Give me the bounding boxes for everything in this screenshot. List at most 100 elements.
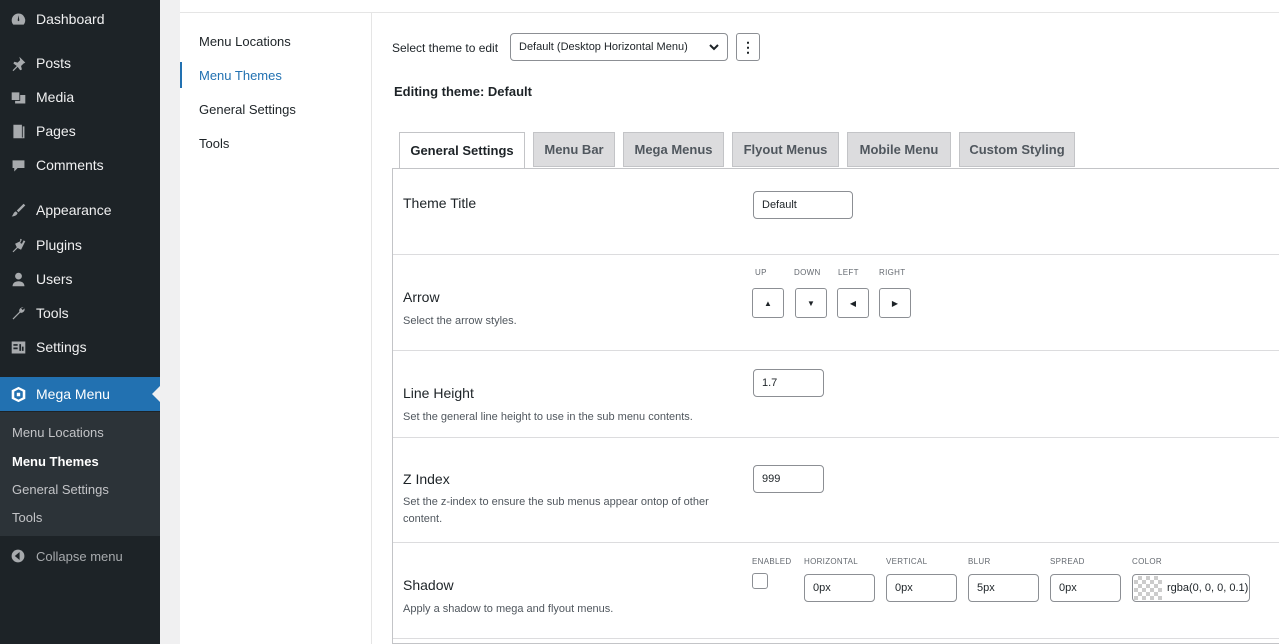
sidebar-item-plugins[interactable]: Plugins (0, 228, 160, 262)
tab-custom-styling[interactable]: Custom Styling (959, 132, 1075, 167)
vertical-label: VERTICAL (886, 557, 928, 566)
shadow-enabled-checkbox[interactable] (752, 573, 768, 589)
blur-label: BLUR (968, 557, 991, 566)
sidebar-item-media[interactable]: Media (0, 80, 160, 114)
tab-general-settings[interactable]: General Settings (399, 132, 525, 169)
caret-left-icon: ◀ (849, 298, 857, 308)
submenu-item-menu-locations[interactable]: Menu Locations (12, 425, 104, 440)
sidebar-item-label: Appearance (36, 202, 112, 218)
arrow-right-label: RIGHT (879, 268, 906, 277)
setting-row-shadow: Shadow Apply a shadow to mega and flyout… (393, 543, 1279, 639)
setting-row-z-index: Z Index Set the z-index to ensure the su… (393, 438, 1279, 543)
wrench-icon (0, 305, 36, 322)
arrow-left-label: LEFT (838, 268, 859, 277)
sidebar-item-label: Plugins (36, 237, 82, 253)
shadow-vertical-input[interactable]: 0px (886, 574, 957, 602)
shadow-horizontal-input[interactable]: 0px (804, 574, 875, 602)
theme-editor: Select theme to edit Default (Desktop Ho… (372, 13, 1279, 644)
sidebar-item-dashboard[interactable]: Dashboard (0, 2, 160, 36)
input-value: 0px (1059, 582, 1077, 594)
input-value: 1.7 (762, 377, 778, 389)
setting-label: Z Index (403, 471, 450, 487)
sidebar-item-settings[interactable]: Settings (0, 330, 160, 364)
collapse-menu-button[interactable]: Collapse menu (0, 541, 160, 571)
arrow-down-label: DOWN (794, 268, 821, 277)
collapse-menu-label: Collapse menu (36, 548, 123, 564)
setting-description: Apply a shadow to mega and flyout menus. (403, 603, 614, 615)
theme-select-value: Default (Desktop Horizontal Menu) (519, 41, 688, 53)
arrow-up-button[interactable]: ▲ (752, 288, 784, 318)
sidebar-item-tools[interactable]: Tools (0, 296, 160, 330)
collapse-icon (0, 548, 36, 564)
nav-item-tools[interactable]: Tools (199, 136, 229, 151)
sidebar-item-label: Users (36, 271, 73, 287)
input-value: 999 (762, 473, 781, 485)
input-value: 0px (813, 582, 831, 594)
submenu-item-tools[interactable]: Tools (12, 510, 42, 525)
sidebar-item-users[interactable]: Users (0, 262, 160, 296)
theme-title-input[interactable]: Default (753, 191, 853, 219)
tab-mobile-menu[interactable]: Mobile Menu (847, 132, 951, 167)
chevron-down-icon (708, 41, 720, 56)
sidebar-item-label: Pages (36, 123, 76, 139)
shadow-color-picker[interactable]: rgba(0, 0, 0, 0.1) (1132, 574, 1250, 602)
submenu-item-menu-themes[interactable]: Menu Themes (12, 454, 99, 469)
arrow-left-button[interactable]: ◀ (837, 288, 869, 318)
select-theme-label: Select theme to edit (392, 41, 499, 55)
shadow-blur-input[interactable]: 5px (968, 574, 1039, 602)
arrow-right-button[interactable]: ▶ (879, 288, 911, 318)
setting-description: Set the general line height to use in th… (403, 411, 693, 423)
sidebar-item-pages[interactable]: Pages (0, 114, 160, 148)
tab-mega-menus[interactable]: Mega Menus (623, 132, 724, 167)
line-height-input[interactable]: 1.7 (753, 369, 824, 397)
input-value: 5px (977, 582, 995, 594)
sidebar-item-mega-menu[interactable]: Mega Menu (0, 377, 160, 411)
caret-up-icon: ▲ (764, 298, 772, 308)
pages-icon (0, 123, 36, 140)
nav-item-menu-locations[interactable]: Menu Locations (199, 34, 291, 49)
setting-row-arrow: Arrow Select the arrow styles. UP DOWN L… (393, 255, 1279, 351)
sidebar-item-posts[interactable]: Posts (0, 46, 160, 80)
sidebar-item-label: Mega Menu (36, 386, 110, 402)
sidebar-item-comments[interactable]: Comments (0, 148, 160, 182)
plugin-icon (0, 237, 36, 254)
sidebar-item-label: Settings (36, 339, 87, 355)
enabled-label: ENABLED (752, 557, 792, 566)
theme-more-button[interactable]: ⋮ (736, 33, 760, 61)
setting-row-theme-title: Theme Title Default (393, 169, 1279, 255)
nav-item-general-settings[interactable]: General Settings (199, 102, 296, 117)
nav-item-menu-themes[interactable]: Menu Themes (199, 68, 282, 83)
media-icon (0, 89, 36, 106)
pin-icon (0, 55, 36, 72)
mega-menu-icon (0, 386, 36, 403)
kebab-icon: ⋮ (741, 38, 755, 55)
dashboard-icon (0, 11, 36, 28)
horizontal-label: HORIZONTAL (804, 557, 858, 566)
theme-select[interactable]: Default (Desktop Horizontal Menu) (510, 33, 728, 61)
sidebar-item-label: Posts (36, 55, 72, 71)
setting-description: Select the arrow styles. (403, 315, 517, 327)
caret-right-icon: ▶ (891, 298, 899, 308)
active-indicator (180, 62, 182, 88)
color-swatch (1134, 576, 1162, 600)
spread-label: SPREAD (1050, 557, 1085, 566)
settings-panel: Theme Title Default Arrow Select the arr… (392, 168, 1279, 644)
sidebar-item-appearance[interactable]: Appearance (0, 193, 160, 227)
submenu-item-general-settings[interactable]: General Settings (12, 482, 109, 497)
setting-row-line-height: Line Height Set the general line height … (393, 351, 1279, 438)
setting-label: Shadow (403, 577, 454, 593)
plugin-nav: Menu Locations Menu Themes General Setti… (180, 13, 372, 644)
input-value: Default (762, 199, 797, 211)
setting-description: Set the z-index to ensure the sub menus … (403, 496, 709, 525)
current-menu-arrow (152, 386, 160, 402)
setting-label: Theme Title (403, 195, 477, 211)
sidebar-item-label: Media (36, 89, 75, 105)
tab-menu-bar[interactable]: Menu Bar (533, 132, 615, 167)
z-index-input[interactable]: 999 (753, 465, 824, 493)
tab-flyout-menus[interactable]: Flyout Menus (732, 132, 839, 167)
caret-down-icon: ▼ (807, 298, 815, 308)
arrow-down-button[interactable]: ▼ (795, 288, 827, 318)
comment-icon (0, 157, 36, 174)
input-value: rgba(0, 0, 0, 0.1) (1167, 582, 1249, 594)
shadow-spread-input[interactable]: 0px (1050, 574, 1121, 602)
